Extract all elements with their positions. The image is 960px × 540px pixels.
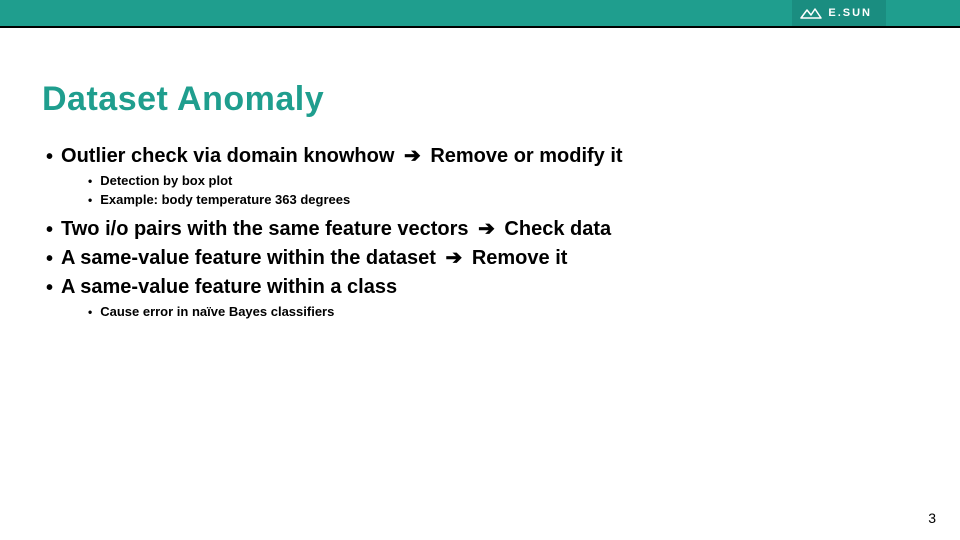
sub-bullet-text: Cause error in naïve Bayes classifiers (100, 303, 334, 322)
bullet-post: Remove or modify it (425, 145, 623, 167)
sub-list: • Cause error in naïve Bayes classifiers (88, 303, 918, 322)
slide-title: Dataset Anomaly (42, 80, 918, 119)
arrow-icon: ➔ (446, 247, 463, 269)
bullet-dot-icon: • (88, 192, 92, 209)
sub-bullet-text: Example: body temperature 363 degrees (100, 191, 350, 210)
bullet-pre: A same-value feature within the dataset (61, 247, 436, 269)
bullet-post: Check data (499, 218, 611, 240)
bullet-dot-icon: • (46, 278, 53, 298)
arrow-icon: ➔ (404, 145, 421, 167)
bullet-post: Remove it (466, 247, 567, 269)
bullet-text: Two i/o pairs with the same feature vect… (61, 216, 611, 243)
sub-bullet-text: Detection by box plot (100, 172, 232, 191)
brand-text: E.SUN (828, 7, 872, 19)
sub-bullet-item: • Cause error in naïve Bayes classifiers (88, 303, 918, 322)
slide-content: Dataset Anomaly • Outlier check via doma… (0, 26, 960, 322)
bullet-item: • Two i/o pairs with the same feature ve… (46, 216, 918, 243)
sub-bullet-item: • Detection by box plot (88, 172, 918, 191)
bullet-dot-icon: • (88, 304, 92, 321)
sub-bullet-item: • Example: body temperature 363 degrees (88, 191, 918, 210)
mountain-icon (800, 6, 822, 20)
bullet-dot-icon: • (88, 173, 92, 190)
arrow-icon: ➔ (478, 218, 495, 240)
page-number: 3 (928, 510, 936, 526)
bullet-dot-icon: • (46, 220, 53, 240)
sub-list: • Detection by box plot • Example: body … (88, 172, 918, 210)
bullet-item: • A same-value feature within the datase… (46, 245, 918, 272)
bullet-pre: A same-value feature within a class (61, 276, 397, 298)
header-bar: E.SUN (0, 0, 960, 26)
bullet-dot-icon: • (46, 249, 53, 269)
bullet-pre: Outlier check via domain knowhow (61, 145, 394, 167)
bullet-text: Outlier check via domain knowhow ➔ Remov… (61, 143, 623, 170)
bullet-item: • Outlier check via domain knowhow ➔ Rem… (46, 143, 918, 170)
bullet-dot-icon: • (46, 147, 53, 167)
bullet-text: A same-value feature within a class (61, 274, 397, 301)
brand-box: E.SUN (792, 0, 886, 26)
bullet-pre: Two i/o pairs with the same feature vect… (61, 218, 469, 240)
bullet-text: A same-value feature within the dataset … (61, 245, 567, 272)
header-underline (0, 26, 960, 28)
bullet-item: • A same-value feature within a class (46, 274, 918, 301)
